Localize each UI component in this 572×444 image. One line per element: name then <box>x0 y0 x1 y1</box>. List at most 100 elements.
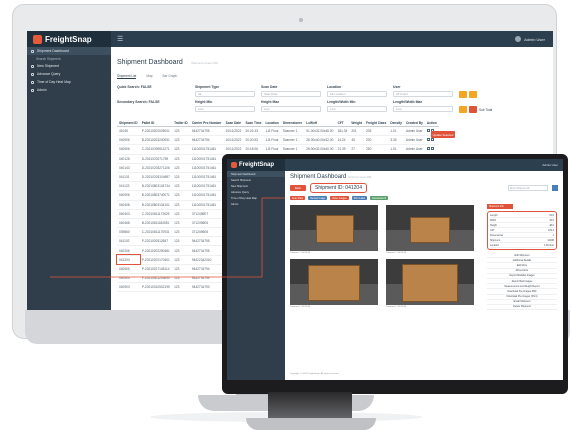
sidebar-item-label: Search Shipment <box>36 56 61 61</box>
action-list-item[interactable]: Delete Shipment <box>487 305 557 311</box>
scan-image-2[interactable]: Camera 2 - 20:22:43 <box>386 205 474 254</box>
column-header[interactable]: Action <box>424 119 439 127</box>
shipment-type-select[interactable]: All <box>195 91 255 97</box>
table-cell: 041102 <box>117 236 140 247</box>
refer-images-button[interactable]: Refer Images <box>330 196 349 200</box>
table-cell: 123 <box>172 282 190 293</box>
search-button[interactable] <box>469 91 477 98</box>
table-cell: 1-B Floor <box>263 144 281 155</box>
action-list: Edit Shipment Additional Details Edit More… <box>487 253 557 311</box>
height-min-input[interactable]: Low <box>195 106 255 112</box>
location-label: Location <box>327 85 342 89</box>
column-header[interactable]: Scan Time <box>243 119 264 127</box>
user-label: User <box>393 85 401 89</box>
clear-button[interactable] <box>469 106 477 113</box>
tab-shipment-list[interactable]: Shipment List <box>117 74 137 79</box>
table-cell: 040403 <box>117 209 140 219</box>
sidebar-item-heat-map[interactable]: Time of Day Heat Map <box>27 78 111 86</box>
shipment-search-input[interactable]: Enter Shipment ID <box>508 185 548 191</box>
column-header[interactable]: Created By <box>403 119 425 127</box>
apply-button[interactable] <box>459 106 467 113</box>
table-cell: 11100001751461 <box>189 172 224 183</box>
table-cell: 040906 <box>117 144 140 155</box>
sidebar-item-new-shipment[interactable]: New Shipment <box>27 62 111 70</box>
sidebar-item-advance-query[interactable]: Advance Query <box>27 70 111 78</box>
table-row[interactable]: 040906 B-20210203240051 123 9442734794 10/11… <box>117 135 439 146</box>
info-row: Location 1-B Floor <box>490 243 554 248</box>
download-all-button[interactable]: Download All <box>370 196 388 200</box>
column-header[interactable]: Freight Class <box>364 119 389 127</box>
lw-max-input[interactable]: Low <box>393 106 453 112</box>
user-menu[interactable]: Admin User <box>515 36 545 42</box>
subtotal-checkbox[interactable]: Sub Total <box>479 108 492 112</box>
table-row[interactable]: 040906 C-20210309511271 123 11100001751461 1… <box>117 144 439 155</box>
print-label-button[interactable]: Print Label <box>351 196 368 200</box>
tab-map[interactable]: Map <box>146 74 152 79</box>
brand-name: FreightSnap <box>45 34 92 44</box>
scan-date-input[interactable]: Start Date <box>261 91 321 97</box>
sidebar-item-label: Advance Query <box>37 72 61 76</box>
edit-icon[interactable] <box>426 129 430 133</box>
table-cell: 123 <box>172 227 190 238</box>
column-header[interactable]: LxWxH <box>304 119 336 127</box>
hamburger-menu-icon[interactable]: ☰ <box>117 35 123 43</box>
user-name[interactable]: Admin User <box>542 163 558 167</box>
row-actions <box>424 144 439 155</box>
table-cell: 10/11/2022 <box>223 144 244 155</box>
column-header[interactable]: CFT <box>335 119 350 127</box>
review-image-button[interactable]: Review Image <box>308 196 328 200</box>
height-min-label: Height Min <box>195 100 213 104</box>
column-header[interactable]: Shipment ID <box>117 119 140 127</box>
column-header[interactable]: Pallet ID <box>139 119 173 127</box>
share-icon[interactable] <box>430 138 434 142</box>
table-cell: 11100001751461 <box>189 144 224 155</box>
edit-icon[interactable] <box>426 138 430 142</box>
edit-icon[interactable] <box>426 147 430 151</box>
logo-icon <box>33 34 42 44</box>
user-select[interactable]: All Users <box>393 91 453 97</box>
back-button[interactable]: Back <box>290 185 306 191</box>
table-cell: 9442734795 <box>189 126 224 137</box>
sidebar-item-admin[interactable]: Admin <box>227 201 285 207</box>
sidebar-item-shipment-dashboard[interactable]: Shipment Dashboard <box>27 47 111 55</box>
scan-image-1[interactable]: Camera 1 - 20:22:43 <box>290 205 378 254</box>
table-cell: 9442734794 <box>189 135 224 146</box>
refresh-button[interactable] <box>459 91 467 98</box>
table-cell: 11100001751461 <box>189 154 224 164</box>
share-icon[interactable] <box>430 147 434 151</box>
filler <box>117 106 189 113</box>
column-header[interactable]: Location <box>263 119 281 127</box>
sidebar-item-search-shipment[interactable]: Search Shipment <box>27 55 111 62</box>
table-cell: 9442734794 <box>189 273 224 284</box>
sidebar-item-admin[interactable]: Admin <box>27 86 111 94</box>
table-cell: 27 <box>349 144 365 155</box>
height-max-input[interactable]: Low <box>261 106 321 112</box>
scan-image-3[interactable]: Camera 3 - 20:22:43 <box>290 259 378 308</box>
brand-logo[interactable]: FreightSnap <box>227 159 285 171</box>
update-selected-button[interactable]: Update Selected <box>431 131 455 138</box>
column-header[interactable]: Dimensioner <box>280 119 305 127</box>
column-header[interactable]: Scan Date <box>223 119 244 127</box>
info-header: Shipment Info <box>487 204 513 209</box>
table-cell: 9442734794 <box>189 264 224 275</box>
lw-min-input[interactable]: Low <box>327 106 387 112</box>
detail-main: Shipment Dashboard Welcome Guest RM Back… <box>285 171 563 380</box>
column-header[interactable]: Weight <box>349 119 365 127</box>
location-select[interactable]: All Location <box>327 91 387 97</box>
table-cell: 20:22:43 <box>243 126 264 137</box>
column-header[interactable]: Carrier Pro Number <box>189 119 224 127</box>
table-cell: 039860 <box>117 227 140 238</box>
scan-image-4[interactable]: Camera 4 - 20:22:43 <box>386 259 474 308</box>
scan-date-tag[interactable]: Scan Date <box>290 196 306 200</box>
table-row[interactable]: 41045 P-20210202025001 123 9442734795 10/11/… <box>117 126 439 137</box>
column-header[interactable]: Density <box>388 119 404 127</box>
table-cell: 123 <box>172 181 190 192</box>
table-cell: 040143 <box>117 163 140 173</box>
column-header[interactable]: Trailer ID <box>172 119 190 127</box>
tab-bar-graph[interactable]: Bar Graph <box>163 74 178 79</box>
table-cell: 181.34 <box>335 126 350 137</box>
search-button[interactable] <box>552 185 558 191</box>
detail-sidebar: Shipment Dashboard Search Shipment New S… <box>227 171 285 380</box>
table-cell: B-20210803740071 <box>139 190 173 201</box>
brand-logo[interactable]: FreightSnap <box>27 31 111 47</box>
